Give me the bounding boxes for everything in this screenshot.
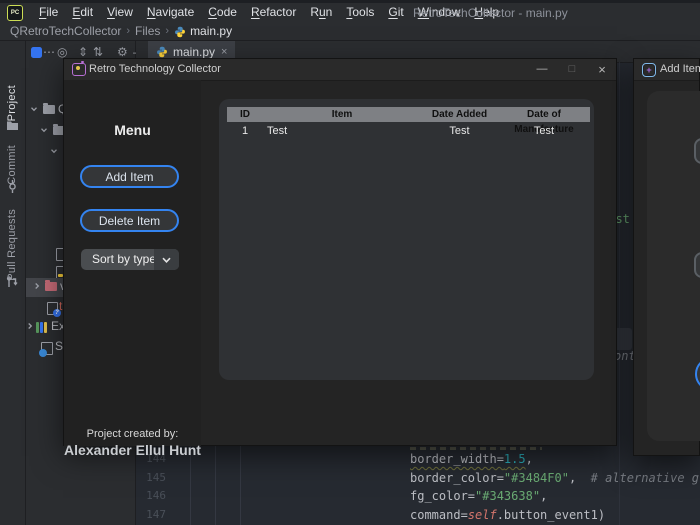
python-file-icon [174,26,186,38]
stripe-item-pull-requests[interactable]: Pull Requests [6,209,18,281]
menu-refactor[interactable]: Refactor [244,3,303,22]
minimize-button[interactable]: — [527,59,557,80]
line-number: 145 [140,469,166,487]
chevron-down-icon[interactable] [30,105,38,113]
code-line: command=self.button_event1) [410,506,605,524]
folder-icon [43,105,55,114]
table-row[interactable]: 1TestTestTest [227,123,590,139]
add-item-entry-field[interactable] [694,252,700,278]
line-number: 147 [140,506,166,524]
menu-view[interactable]: View [100,3,140,22]
breadcrumb-separator: › [126,25,130,37]
app-camera-icon [72,63,86,76]
locate-icon[interactable]: ◎ [57,46,67,58]
window-title: Retro Technology Collector [89,63,221,75]
menu-git[interactable]: Git [381,3,410,22]
pull-requests-icon[interactable] [6,276,19,289]
footer-author: Alexander Ellul Hunt [64,442,201,458]
add-item-entry-field[interactable] [694,138,700,164]
expand-all-icon[interactable]: ⇕ [78,46,88,58]
add-item-form-panel [647,91,700,441]
python-file-icon [156,46,168,58]
dropdown-label: Sort by type [92,252,156,266]
tab-close-icon[interactable]: × [221,46,227,58]
chevron-right-icon[interactable] [33,282,41,290]
code-line: border_color="#3484F0", # alternative gr… [410,469,700,487]
tool-stripe: Project Commit Pull Requests [0,41,26,525]
footer-caption: Project created by: [64,428,201,440]
table-cell: Test [263,123,421,139]
stripe-item-project[interactable]: Project [6,85,18,121]
menu-run[interactable]: Run [303,3,339,22]
breadcrumb-item[interactable]: main.py [190,24,232,38]
add-item-button[interactable]: Add Item [80,165,179,188]
stripe-item-commit[interactable]: Commit [6,145,18,185]
add-item-titlebar[interactable]: + Add Item Menu [634,59,699,81]
sort-by-type-dropdown[interactable]: Sort by type [81,249,179,270]
more-options-icon[interactable]: ⋯ [43,46,55,58]
add-item-app-icon: + [642,63,656,77]
settings-icon[interactable]: ⚙ [117,46,128,58]
code-line: border_width=1.5, [410,450,533,468]
maximize-button[interactable]: □ [557,59,587,80]
table-header[interactable]: IDItemDate AddedDate of Manufacture [227,107,590,122]
select-opened-file-icon[interactable] [31,47,42,58]
menu-code[interactable]: Code [201,3,244,22]
menu-sidebar: Menu Add Item Delete Item Sort by type P… [64,80,201,446]
code-line: fg_color="#343638", [410,487,547,505]
chevron-right-icon[interactable] [26,322,34,330]
add-item-window-title: Add Item Menu [660,63,700,75]
chevron-down-icon[interactable] [154,249,179,270]
ide-menubar: PC FileEditViewNavigateCodeRefactorRunTo… [0,3,700,22]
table-cell: Test [498,123,590,139]
excluded-folder-icon [45,282,57,291]
commit-icon[interactable] [6,180,19,193]
column-header-date-of-manufacture[interactable]: Date of Manufacture [498,107,590,122]
column-header-id[interactable]: ID [227,107,263,122]
tab-label: main.py [173,45,215,59]
pycharm-logo-icon[interactable]: PC [7,5,23,21]
table-cell: 1 [227,123,263,139]
column-header-item[interactable]: Item [263,107,421,122]
add-item-window: + Add Item Menu [633,58,700,456]
menu-tools[interactable]: Tools [339,3,381,22]
table-cell: Test [421,123,498,139]
menu-edit[interactable]: Edit [65,3,100,22]
line-number: 146 [140,487,166,505]
code-area[interactable]: 144border_width=1.5,145border_color="#34… [136,450,700,525]
close-button[interactable]: × [587,59,617,80]
breadcrumb-separator: › [165,25,169,37]
tree-item-label[interactable]: t [59,299,62,313]
breadcrumb: QRetroTechCollector › Files › main.py [0,22,700,40]
items-table-panel: IDItemDate AddedDate of Manufacture 1Tes… [219,99,594,380]
delete-item-button[interactable]: Delete Item [80,209,179,232]
unversioned-file-icon: ? [47,302,58,315]
chevron-down-icon[interactable] [40,126,48,134]
menu-file[interactable]: File [32,3,65,22]
screenshot-root: PC FileEditViewNavigateCodeRefactorRunTo… [0,0,700,525]
chevron-down-icon[interactable] [50,147,58,155]
collapse-all-icon[interactable]: ⇅ [93,46,103,58]
retro-collector-titlebar[interactable]: Retro Technology Collector — □ × [64,59,616,81]
breadcrumb-item[interactable]: QRetroTechCollector [10,24,121,38]
scratches-icon [41,342,53,355]
retro-collector-window: Retro Technology Collector — □ × Menu Ad… [63,58,617,446]
external-libraries-icon [36,322,48,333]
breadcrumb-item[interactable]: Files [135,24,160,38]
menu-heading: Menu [64,122,201,138]
menu-navigate[interactable]: Navigate [140,3,201,22]
column-header-date-added[interactable]: Date Added [421,107,498,122]
ide-window-title: RetroTechCollector - main.py [413,6,568,20]
project-folder-icon[interactable] [6,119,19,132]
